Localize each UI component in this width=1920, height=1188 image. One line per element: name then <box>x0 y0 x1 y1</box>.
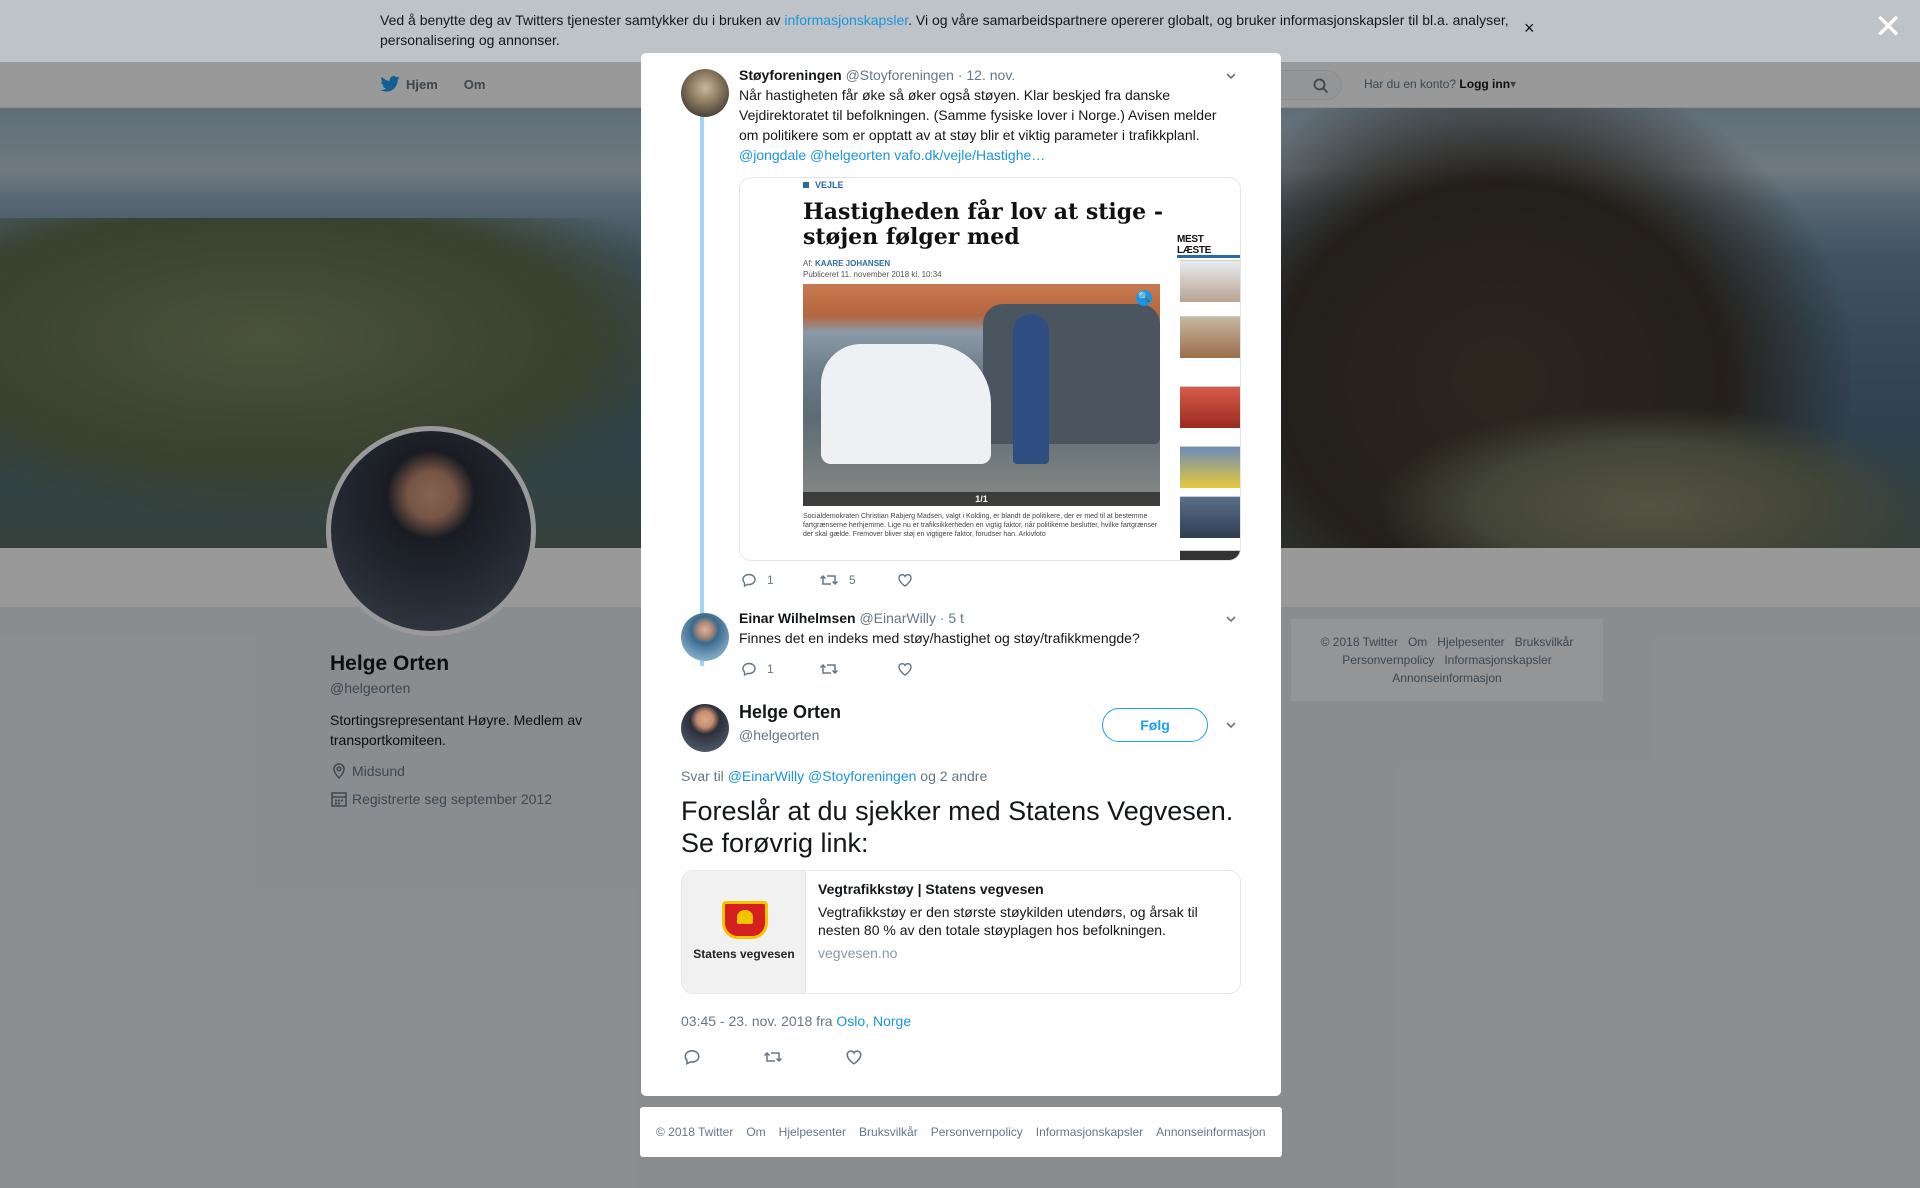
tweet-header: Støyforeningen @Stoyforeningen · 12. nov… <box>739 67 1015 83</box>
footer-link[interactable]: Hjelpesenter <box>779 1125 846 1139</box>
thumbnail <box>1180 550 1240 560</box>
avatar[interactable] <box>681 69 729 117</box>
reply-icon[interactable] <box>683 1048 701 1066</box>
article-photo: 🔍 1/1 <box>803 284 1160 506</box>
cookie-close-icon[interactable]: × <box>1524 18 1535 39</box>
thumbnail <box>1180 496 1240 538</box>
tweet-actions: 1 5 <box>741 572 975 588</box>
chevron-down-icon[interactable] <box>1225 70 1237 82</box>
retweet-icon[interactable] <box>763 1048 783 1066</box>
tweet-author-name[interactable]: Støyforeningen <box>739 67 842 83</box>
reply-button[interactable]: 1 <box>741 661 819 677</box>
chevron-down-icon[interactable] <box>1225 719 1237 731</box>
card-logo-text: Statens vegvesen <box>693 947 795 961</box>
reply-icon <box>742 662 756 677</box>
reply-to-context: Svar til @EinarWilly @Stoyforeningen og … <box>681 768 987 784</box>
timestamp-text: 03:45 - 23. nov. 2018 fra <box>681 1013 837 1029</box>
like-button[interactable] <box>897 661 975 677</box>
photo-pager: 1/1 <box>803 492 1160 506</box>
thumbnail <box>1180 386 1240 428</box>
tweet-timestamp: 03:45 - 23. nov. 2018 fra Oslo, Norge <box>681 1013 911 1029</box>
tweet-location-link[interactable]: Oslo, Norge <box>836 1013 911 1029</box>
cookie-banner-text: Ved å benytte deg av Twitters tjenester … <box>380 10 1520 50</box>
tweet-time[interactable]: · 5 t <box>940 610 964 626</box>
main-tweet-author-name[interactable]: Helge Orten <box>739 702 841 723</box>
card-title: Vegtrafikkstøy | Statens vegvesen <box>818 881 1044 897</box>
zoom-icon: 🔍 <box>1136 290 1152 306</box>
retweet-button[interactable] <box>819 661 897 677</box>
card-domain: vegvesen.no <box>818 945 898 961</box>
article-byline: Af: KAARE JOHANSEN Publiceret 11. novemb… <box>803 258 942 280</box>
footer-link[interactable]: Informasjonskapsler <box>1036 1125 1143 1139</box>
tweet-time[interactable]: · 12. nov. <box>958 67 1015 83</box>
article-published: Publiceret 11. november 2018 kl. 10:34 <box>803 270 942 279</box>
heart-icon <box>898 574 912 587</box>
heart-icon <box>898 663 912 676</box>
card-logo: Statens vegvesen <box>682 871 806 993</box>
cookie-policy-link[interactable]: informasjonskapsler <box>784 12 908 28</box>
tweet-actions: 1 <box>741 661 975 677</box>
article-section-tag: VEJLE <box>803 180 844 190</box>
footer-link[interactable]: © 2018 Twitter <box>656 1125 733 1139</box>
byline-prefix: Af: <box>803 259 816 268</box>
reply-to-users[interactable]: @EinarWilly @Stoyforeningen <box>728 768 917 784</box>
close-icon[interactable]: ✕ <box>1874 10 1903 44</box>
follow-button[interactable]: Følg <box>1102 708 1208 742</box>
reply-count: 1 <box>767 573 774 587</box>
thumbnail <box>1180 260 1240 302</box>
reply-icon <box>742 573 756 588</box>
retweet-icon <box>819 663 839 675</box>
heart-icon[interactable] <box>845 1048 863 1066</box>
main-tweet-author-handle[interactable]: @helgeorten <box>739 727 819 743</box>
footer-link[interactable]: Annonseinformasjon <box>1156 1125 1265 1139</box>
avatar[interactable] <box>681 613 729 661</box>
tweet-author-handle[interactable]: @EinarWilly <box>859 610 935 626</box>
chevron-down-icon[interactable] <box>1225 613 1237 625</box>
reply-button[interactable]: 1 <box>741 572 819 588</box>
thumbnail <box>1180 446 1240 488</box>
tweet-permalink-modal: Støyforeningen @Stoyforeningen · 12. nov… <box>641 53 1281 1096</box>
link-preview-card[interactable]: Statens vegvesen Vegtrafikkstøy | Staten… <box>681 870 1241 994</box>
tweet-media-image[interactable]: VEJLE Hastigheden får lov at stige - stø… <box>739 177 1241 561</box>
article-headline: Hastigheden får lov at stige - støjen fø… <box>803 199 1163 250</box>
thumbnail <box>1180 316 1240 358</box>
reply-to-prefix: Svar til <box>681 768 728 784</box>
tweet-text: Finnes det en indeks med støy/hastighet … <box>739 630 1140 646</box>
cookie-text-start: Ved å benytte deg av Twitters tjenester … <box>380 12 785 28</box>
most-read-title: MEST LÆSTE <box>1177 234 1212 256</box>
byline-author: KAARE JOHANSEN <box>815 259 891 268</box>
tweet-links[interactable]: @jongdale @helgeorten vafo.dk/vejle/Hast… <box>739 145 1239 165</box>
retweet-count: 5 <box>849 573 856 587</box>
retweet-button[interactable]: 5 <box>819 572 897 588</box>
card-description: Vegtrafikkstøy er den største støykilden… <box>818 904 1198 938</box>
tweet-author-name[interactable]: Einar Wilhelmsen <box>739 610 856 626</box>
statens-vegvesen-emblem-icon <box>722 901 768 939</box>
footer-link[interactable]: Bruksvilkår <box>859 1125 918 1139</box>
tweet-text: Når hastigheten får øke så øker også stø… <box>739 87 1217 143</box>
main-tweet-actions <box>683 1048 863 1066</box>
main-tweet-text: Foreslår at du sjekker med Statens Vegve… <box>681 796 1234 858</box>
avatar[interactable] <box>681 704 729 752</box>
tweet-header: Einar Wilhelmsen @EinarWilly · 5 t <box>739 610 964 626</box>
retweet-icon <box>819 574 839 586</box>
modal-footer: © 2018 Twitter Om Hjelpesenter Bruksvilk… <box>640 1107 1282 1157</box>
tweet-author-handle[interactable]: @Stoyforeningen <box>846 67 954 83</box>
footer-link[interactable]: Personvernpolicy <box>931 1125 1023 1139</box>
footer-link[interactable]: Om <box>746 1125 765 1139</box>
reply-to-suffix[interactable]: og 2 andre <box>916 768 987 784</box>
thread-connector <box>700 111 704 666</box>
like-button[interactable] <box>897 572 975 588</box>
article-caption: Socialdemokraten Christian Rabjerg Madse… <box>803 513 1158 538</box>
reply-count: 1 <box>767 662 774 676</box>
